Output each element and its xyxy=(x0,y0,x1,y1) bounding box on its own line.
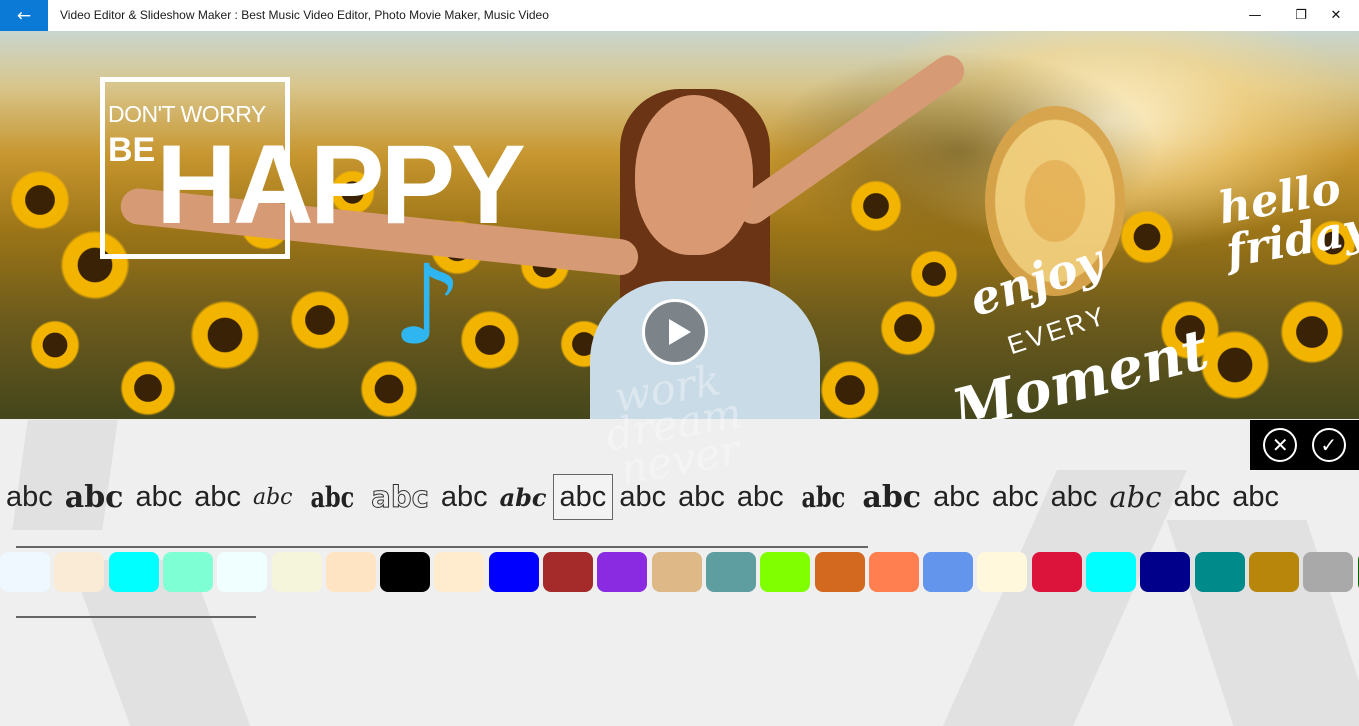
font-option[interactable]: abc xyxy=(1167,474,1226,520)
confirm-button[interactable]: ✓ xyxy=(1311,428,1346,462)
color-swatch[interactable] xyxy=(814,552,865,592)
font-option[interactable]: abc xyxy=(494,474,553,520)
sunflower xyxy=(120,360,176,416)
font-option[interactable]: abc xyxy=(305,474,358,520)
color-swatch[interactable] xyxy=(868,552,919,592)
color-swatch[interactable] xyxy=(597,552,648,592)
color-swatch[interactable] xyxy=(760,552,811,592)
font-option[interactable]: abc xyxy=(731,474,790,520)
font-option[interactable]: abc xyxy=(856,474,927,520)
music-note-icon[interactable]: ♪ xyxy=(392,245,462,365)
color-swatch[interactable] xyxy=(923,552,974,592)
color-swatch[interactable] xyxy=(1031,552,1082,592)
font-option[interactable]: abc xyxy=(552,474,614,520)
minimize-button[interactable]: — xyxy=(1232,0,1278,31)
font-scrollbar[interactable] xyxy=(16,546,868,548)
action-bar: ✕ ✓ xyxy=(1250,420,1359,470)
color-swatch[interactable] xyxy=(651,552,702,592)
color-swatch[interactable] xyxy=(325,552,376,592)
font-option[interactable]: abc xyxy=(188,474,247,520)
sunflower xyxy=(460,310,520,370)
color-swatch[interactable] xyxy=(705,552,756,592)
sunflower xyxy=(820,360,880,419)
font-option[interactable]: abc xyxy=(613,474,672,520)
color-swatch[interactable] xyxy=(488,552,539,592)
sunflower xyxy=(1120,210,1174,264)
sticker-happy[interactable]: HAPPY xyxy=(156,125,526,245)
font-option[interactable]: abc xyxy=(796,474,849,520)
sunflower xyxy=(30,320,80,370)
sticker-be: BE xyxy=(108,131,156,169)
font-option[interactable]: abc xyxy=(1226,474,1285,520)
close-icon: ✕ xyxy=(1330,8,1342,23)
font-option[interactable]: abc xyxy=(247,474,299,520)
back-arrow-icon: ← xyxy=(16,5,32,26)
font-option[interactable]: abc xyxy=(435,474,494,520)
font-option[interactable]: abc xyxy=(59,474,130,520)
minimize-icon: — xyxy=(1248,8,1262,23)
font-picker: abc abc abc abc abc abc abc abc abc abc abc abc abc a… xyxy=(0,474,1359,520)
maximize-icon: ❐ xyxy=(1295,8,1307,23)
color-swatch[interactable] xyxy=(271,552,322,592)
color-swatch[interactable] xyxy=(1303,552,1354,592)
watermark-text: work dream never xyxy=(602,355,746,495)
font-option[interactable]: abc xyxy=(986,474,1045,520)
color-swatch[interactable] xyxy=(1140,552,1191,592)
title-bar: ← Video Editor & Slideshow Maker : Best … xyxy=(0,0,1359,31)
color-swatch[interactable] xyxy=(543,552,593,592)
sunflower xyxy=(910,250,958,298)
font-option[interactable]: abc xyxy=(927,474,986,520)
font-option[interactable]: abc xyxy=(672,474,731,520)
cancel-button[interactable]: ✕ xyxy=(1263,428,1298,462)
background-decoration xyxy=(1166,520,1359,726)
sticker-hello-friday[interactable]: hello friday xyxy=(1215,163,1359,278)
color-swatch[interactable] xyxy=(162,552,213,592)
color-swatch[interactable] xyxy=(54,552,105,592)
back-button[interactable]: ← xyxy=(0,0,48,31)
close-icon: ✕ xyxy=(1271,433,1289,457)
font-option[interactable]: abc xyxy=(1045,474,1104,520)
color-picker xyxy=(0,552,1359,592)
sunflower xyxy=(1280,300,1344,364)
color-swatch[interactable] xyxy=(108,552,159,592)
sunflower xyxy=(290,290,350,350)
color-swatch[interactable] xyxy=(1086,552,1136,592)
color-swatch[interactable] xyxy=(434,552,485,592)
close-window-button[interactable]: ✕ xyxy=(1313,0,1359,31)
checkmark-icon: ✓ xyxy=(1320,433,1338,457)
sunflower xyxy=(10,170,70,230)
color-swatch[interactable] xyxy=(0,552,50,592)
font-option[interactable]: abc xyxy=(365,474,435,520)
play-button[interactable] xyxy=(642,299,708,365)
sunflower xyxy=(850,180,902,232)
sunflower xyxy=(880,300,936,356)
woman-face xyxy=(635,95,753,255)
color-swatch[interactable] xyxy=(380,552,431,592)
font-option[interactable]: abc xyxy=(129,474,188,520)
color-swatch[interactable] xyxy=(977,552,1028,592)
font-option[interactable]: abc xyxy=(1103,474,1167,520)
font-option[interactable]: abc xyxy=(0,474,59,520)
color-swatch[interactable] xyxy=(1248,552,1299,592)
color-swatch[interactable] xyxy=(1194,552,1245,592)
color-scrollbar[interactable] xyxy=(16,616,256,618)
color-swatch[interactable] xyxy=(217,552,268,592)
sunflower xyxy=(190,300,260,370)
app-title: Video Editor & Slideshow Maker : Best Mu… xyxy=(60,8,549,22)
